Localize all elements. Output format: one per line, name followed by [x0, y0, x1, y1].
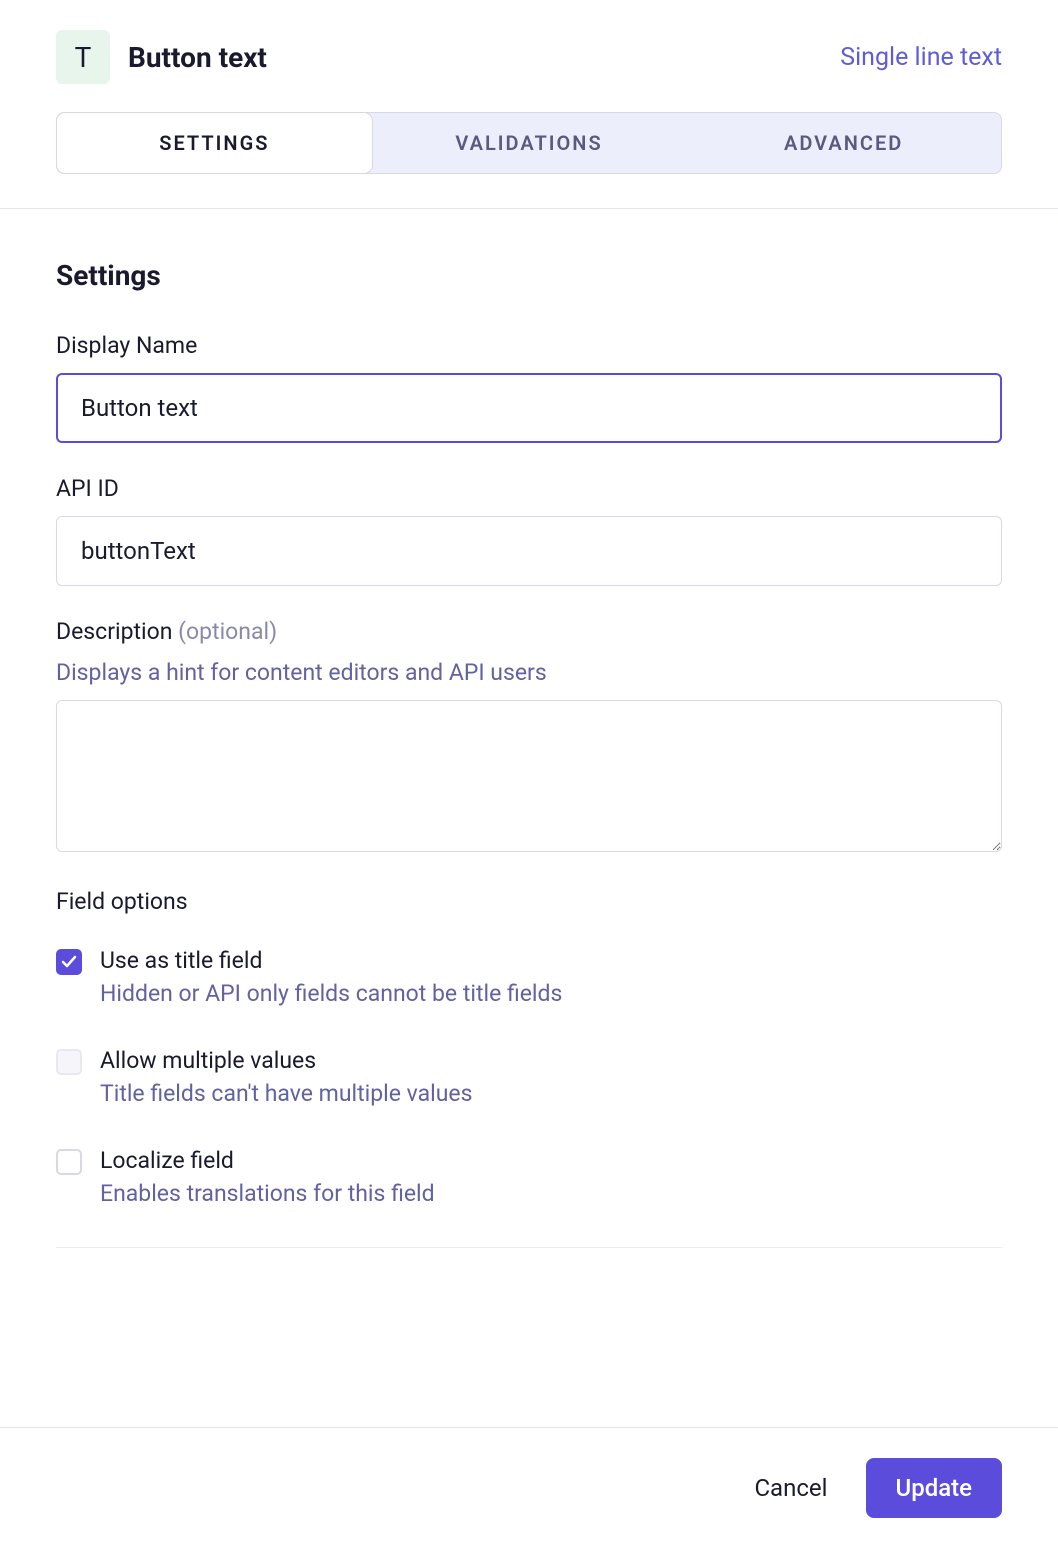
text-type-icon: T	[56, 30, 110, 84]
footer: Cancel Update	[0, 1427, 1058, 1548]
allow-multiple-hint: Title fields can't have multiple values	[100, 1080, 1002, 1107]
description-hint: Displays a hint for content editors and …	[56, 659, 1002, 686]
description-group: Description (optional) Displays a hint f…	[56, 618, 1002, 856]
thin-divider	[56, 1247, 1002, 1248]
cancel-button[interactable]: Cancel	[754, 1474, 827, 1502]
tab-settings[interactable]: SETTINGS	[57, 113, 372, 173]
description-input[interactable]	[56, 700, 1002, 852]
check-icon	[61, 954, 77, 970]
field-type-label: Single line text	[840, 43, 1002, 72]
allow-multiple-row: Allow multiple values Title fields can't…	[56, 1047, 1002, 1107]
tab-validations[interactable]: VALIDATIONS	[372, 113, 687, 173]
allow-multiple-checkbox	[56, 1049, 82, 1075]
description-label: Description (optional)	[56, 618, 1002, 645]
use-as-title-content: Use as title field Hidden or API only fi…	[100, 947, 1002, 1007]
display-name-label: Display Name	[56, 332, 1002, 359]
use-as-title-row: Use as title field Hidden or API only fi…	[56, 947, 1002, 1007]
section-title: Settings	[56, 259, 1002, 292]
localize-content: Localize field Enables translations for …	[100, 1147, 1002, 1207]
api-id-label: API ID	[56, 475, 1002, 502]
use-as-title-label: Use as title field	[100, 947, 1002, 974]
allow-multiple-label: Allow multiple values	[100, 1047, 1002, 1074]
tabs: SETTINGS VALIDATIONS ADVANCED	[56, 112, 1002, 174]
tab-advanced[interactable]: ADVANCED	[686, 113, 1001, 173]
update-button[interactable]: Update	[866, 1458, 1003, 1518]
display-name-input[interactable]	[56, 373, 1002, 443]
content: Settings Display Name API ID Description…	[0, 209, 1058, 1207]
header-left: T Button text	[56, 30, 267, 84]
localize-row: Localize field Enables translations for …	[56, 1147, 1002, 1207]
header: T Button text Single line text	[0, 0, 1058, 84]
api-id-input[interactable]	[56, 516, 1002, 586]
localize-checkbox[interactable]	[56, 1149, 82, 1175]
allow-multiple-content: Allow multiple values Title fields can't…	[100, 1047, 1002, 1107]
description-label-text: Description	[56, 618, 172, 645]
use-as-title-hint: Hidden or API only fields cannot be titl…	[100, 980, 1002, 1007]
field-title: Button text	[128, 41, 267, 74]
field-options-title: Field options	[56, 888, 1002, 915]
localize-label: Localize field	[100, 1147, 1002, 1174]
description-optional: (optional)	[178, 618, 277, 645]
localize-hint: Enables translations for this field	[100, 1180, 1002, 1207]
api-id-group: API ID	[56, 475, 1002, 586]
use-as-title-checkbox[interactable]	[56, 949, 82, 975]
display-name-group: Display Name	[56, 332, 1002, 443]
